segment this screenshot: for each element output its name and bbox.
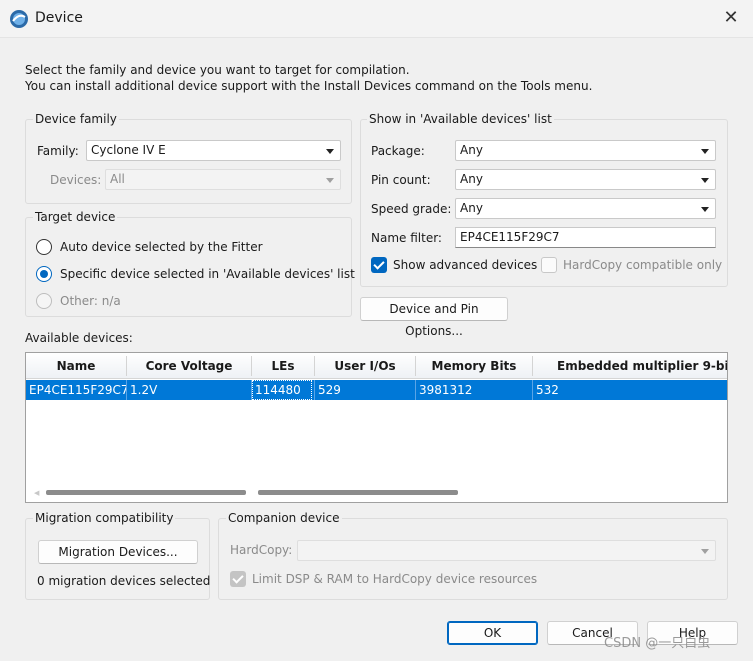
device-family-title: Device family bbox=[33, 112, 119, 126]
column-header-memory-bits[interactable]: Memory Bits bbox=[416, 353, 532, 379]
available-devices-label: Available devices: bbox=[25, 331, 133, 345]
device-pin-options-button[interactable]: Device and Pin Options... bbox=[360, 297, 508, 338]
scroll-left-icon[interactable]: ◀ bbox=[34, 489, 39, 497]
pin-count-select[interactable]: Any bbox=[455, 169, 716, 190]
table-row[interactable]: EP4CE115F29C7 1.2V 114480 529 3981312 53… bbox=[26, 380, 727, 400]
speed-grade-select-value: Any bbox=[460, 201, 483, 215]
close-icon: ✕ bbox=[723, 7, 739, 28]
show-in-list-title: Show in 'Available devices' list bbox=[367, 112, 554, 126]
chevron-down-icon bbox=[326, 149, 334, 154]
migration-title: Migration compatibility bbox=[33, 511, 176, 525]
cell-focus-outline bbox=[252, 380, 312, 400]
cell-user-ios: 529 bbox=[318, 383, 341, 397]
companion-title: Companion device bbox=[226, 511, 342, 525]
chevron-down-icon bbox=[701, 207, 709, 212]
family-select[interactable]: Cyclone IV E bbox=[86, 140, 341, 161]
package-label: Package: bbox=[371, 144, 425, 158]
quartus-app-icon bbox=[10, 10, 28, 28]
migration-devices-button[interactable]: Migration Devices... bbox=[38, 540, 198, 564]
intro-line-2: You can install additional device suppor… bbox=[25, 79, 593, 93]
column-header-core-voltage[interactable]: Core Voltage bbox=[127, 353, 251, 379]
chevron-down-icon bbox=[701, 178, 709, 183]
column-header-les[interactable]: LEs bbox=[252, 353, 314, 379]
limit-dsp-ram-label: Limit DSP & RAM to HardCopy device resou… bbox=[252, 572, 538, 586]
chevron-down-icon bbox=[326, 178, 334, 183]
csdn-watermark: CSDN @一只白虫 bbox=[604, 636, 711, 651]
column-header-name[interactable]: Name bbox=[26, 353, 126, 379]
chevron-down-icon bbox=[701, 149, 709, 154]
show-advanced-checkbox[interactable] bbox=[371, 257, 387, 273]
ok-button[interactable]: OK bbox=[447, 621, 538, 645]
name-filter-label: Name filter: bbox=[371, 231, 442, 245]
name-filter-input[interactable]: EP4CE115F29C7 bbox=[455, 227, 716, 248]
device-family-group bbox=[25, 119, 352, 204]
title-bar: Device ✕ bbox=[0, 0, 753, 38]
window-title: Device bbox=[35, 10, 83, 26]
radio-other-device-label: Other: n/a bbox=[60, 294, 121, 308]
package-select[interactable]: Any bbox=[455, 140, 716, 161]
radio-other-device[interactable] bbox=[36, 293, 52, 309]
pin-count-label: Pin count: bbox=[371, 173, 431, 187]
hardcopy-compatible-checkbox[interactable] bbox=[541, 257, 557, 273]
package-select-value: Any bbox=[460, 143, 483, 157]
radio-auto-device-label: Auto device selected by the Fitter bbox=[60, 240, 263, 254]
hardcopy-compatible-label: HardCopy compatible only bbox=[563, 258, 723, 272]
column-header-embedded-multiplier[interactable]: Embedded multiplier 9-bit e bbox=[533, 353, 727, 379]
cell-core-voltage: 1.2V bbox=[130, 383, 158, 397]
family-select-value: Cyclone IV E bbox=[91, 143, 166, 157]
horizontal-scrollbar-thumb[interactable] bbox=[258, 490, 458, 495]
radio-auto-device[interactable] bbox=[36, 239, 52, 255]
family-label: Family: bbox=[37, 144, 79, 158]
speed-grade-select[interactable]: Any bbox=[455, 198, 716, 219]
radio-specific-device-label: Specific device selected in 'Available d… bbox=[60, 267, 355, 281]
intro-line-1: Select the family and device you want to… bbox=[25, 63, 410, 77]
column-header-user-ios[interactable]: User I/Os bbox=[315, 353, 415, 379]
available-devices-table[interactable]: Name Core Voltage LEs User I/Os Memory B… bbox=[25, 352, 728, 503]
devices-select[interactable]: All bbox=[105, 169, 341, 190]
cell-embedded-multiplier: 532 bbox=[536, 383, 559, 397]
cell-memory-bits: 3981312 bbox=[419, 383, 473, 397]
pin-count-select-value: Any bbox=[460, 172, 483, 186]
show-advanced-label: Show advanced devices bbox=[393, 258, 538, 272]
limit-dsp-ram-checkbox[interactable] bbox=[230, 571, 246, 587]
cell-name: EP4CE115F29C7 bbox=[29, 383, 126, 397]
radio-specific-device[interactable] bbox=[36, 266, 52, 282]
chevron-down-icon bbox=[701, 549, 709, 554]
horizontal-scrollbar-track[interactable] bbox=[46, 490, 246, 495]
target-device-title: Target device bbox=[33, 210, 118, 224]
hardcopy-label: HardCopy: bbox=[230, 543, 293, 557]
migration-status: 0 migration devices selected bbox=[37, 574, 211, 588]
speed-grade-label: Speed grade: bbox=[371, 202, 452, 216]
devices-select-value: All bbox=[110, 172, 125, 186]
devices-label: Devices: bbox=[50, 173, 102, 187]
hardcopy-select[interactable] bbox=[297, 540, 716, 561]
close-button[interactable]: ✕ bbox=[716, 4, 746, 32]
name-filter-value: EP4CE115F29C7 bbox=[460, 230, 560, 244]
table-header: Name Core Voltage LEs User I/Os Memory B… bbox=[26, 353, 727, 379]
